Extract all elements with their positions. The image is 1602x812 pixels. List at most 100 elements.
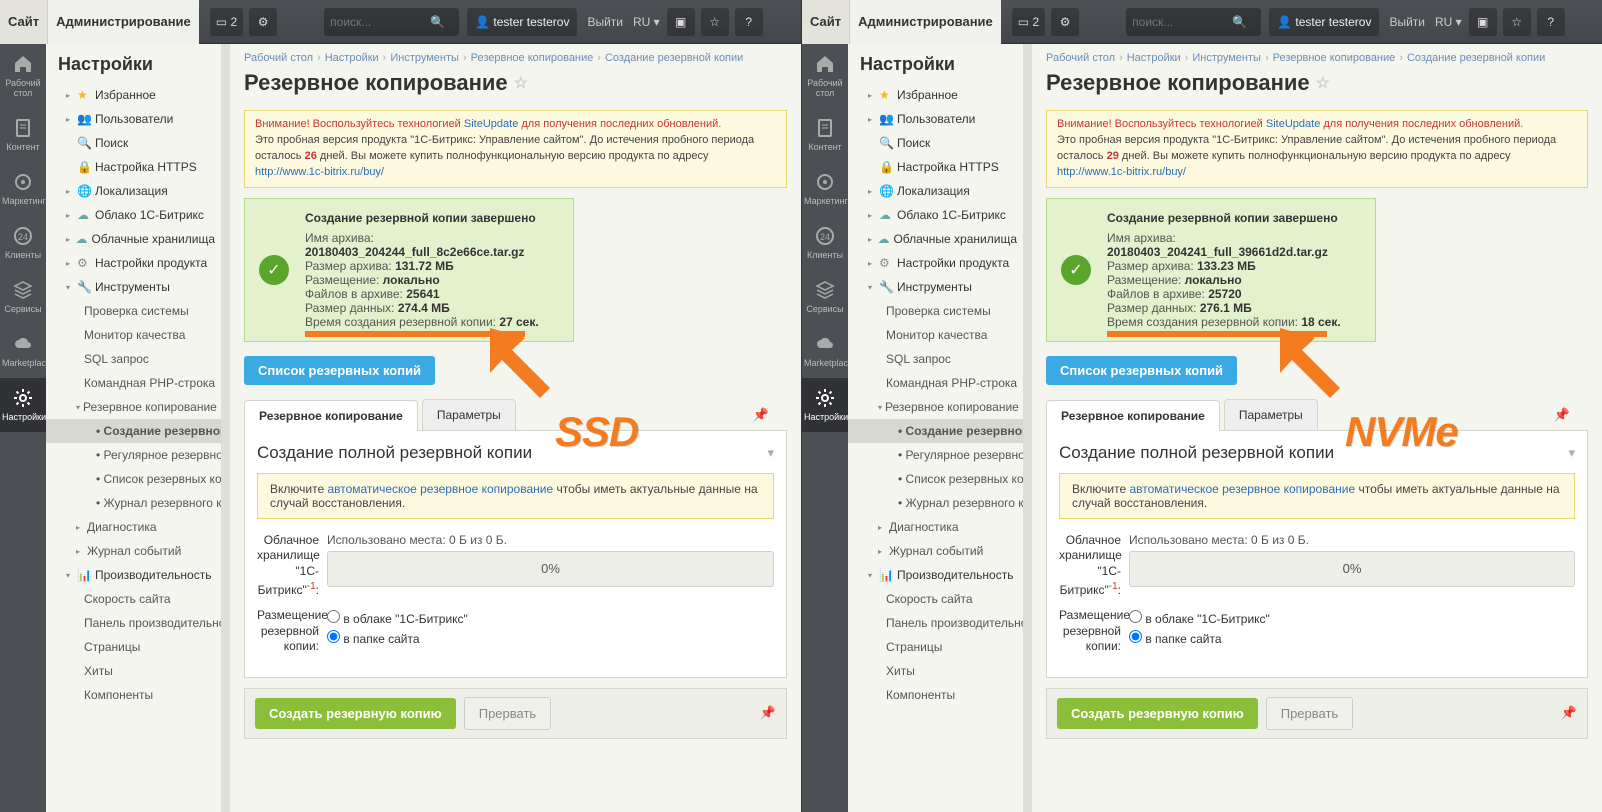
- sidebar-sub[interactable]: Проверка системы: [848, 299, 1023, 323]
- sidebar-sub-backup[interactable]: ▾ Резервное копирование: [46, 395, 221, 419]
- collapse-icon[interactable]: ▾: [767, 445, 774, 461]
- sidebar-sub[interactable]: ▸ Диагностика: [848, 515, 1023, 539]
- sidebar-sub[interactable]: SQL запрос: [848, 347, 1023, 371]
- messages-button[interactable]: ▭ 2: [1012, 8, 1045, 36]
- buy-link[interactable]: http://www.1c-bitrix.ru/buy/: [1057, 166, 1186, 178]
- sidebar-sub-perf[interactable]: Хиты: [848, 659, 1023, 683]
- auto-backup-link[interactable]: автоматическое резервное копирование: [327, 482, 553, 496]
- rail-home-icon[interactable]: Рабочий стол: [802, 44, 848, 108]
- sidebar-item[interactable]: ▸★Избранное: [848, 83, 1023, 107]
- sidebar-item[interactable]: ▸⚙Настройки продукта: [46, 251, 221, 275]
- rail-cloud-icon[interactable]: Marketplace: [0, 324, 46, 378]
- sidebar-sub-perf[interactable]: Компоненты: [848, 683, 1023, 707]
- create-backup-button[interactable]: Создать резервную копию: [255, 698, 456, 729]
- siteupdate-link[interactable]: SiteUpdate: [464, 118, 518, 130]
- rail-stack-icon[interactable]: Сервисы: [802, 270, 848, 324]
- sidebar-sub[interactable]: ▸ Журнал событий: [848, 539, 1023, 563]
- breadcrumb-link[interactable]: Настройки: [1127, 52, 1181, 64]
- sidebar-sub-backup-item[interactable]: • Регулярное резервное копирование: [848, 443, 1023, 467]
- sidebar-sub-backup-item[interactable]: • Список резервных копий: [848, 467, 1023, 491]
- tab-admin[interactable]: Администрирование: [48, 0, 199, 44]
- sidebar-sub-backup-item[interactable]: • Регулярное резервное копирование: [46, 443, 221, 467]
- window-icon[interactable]: ▣: [1469, 8, 1497, 36]
- tab-params[interactable]: Параметры: [422, 399, 516, 430]
- sidebar-sub-perf[interactable]: Страницы: [848, 635, 1023, 659]
- sidebar-item[interactable]: ▾🔧Инструменты: [848, 275, 1023, 299]
- sidebar-sub-backup[interactable]: ▾ Резервное копирование: [848, 395, 1023, 419]
- sidebar-item[interactable]: ▸⚙Настройки продукта: [848, 251, 1023, 275]
- star-icon[interactable]: ☆: [701, 8, 729, 36]
- lang-switcher[interactable]: RU ▾: [633, 15, 660, 29]
- create-backup-button[interactable]: Создать резервную копию: [1057, 698, 1258, 729]
- search-input-wrap[interactable]: 🔍: [1126, 8, 1261, 36]
- sidebar-sub-perf[interactable]: Панель производительности: [848, 611, 1023, 635]
- sidebar-item[interactable]: ▸☁Облако 1С-Битрикс: [848, 203, 1023, 227]
- logout-link[interactable]: Выйти: [587, 15, 623, 29]
- search-input[interactable]: [1132, 15, 1232, 29]
- sidebar-sub-backup-item[interactable]: • Создание резервной копии: [46, 419, 221, 443]
- tab-backup[interactable]: Резервное копирование: [244, 400, 418, 431]
- collapse-icon[interactable]: ▾: [1568, 445, 1575, 461]
- search-input-wrap[interactable]: 🔍: [324, 8, 459, 36]
- rail-document-icon[interactable]: Контент: [0, 108, 46, 162]
- tab-admin[interactable]: Администрирование: [850, 0, 1001, 44]
- logout-link[interactable]: Выйти: [1389, 15, 1425, 29]
- sidebar-sub-perf[interactable]: Панель производительности: [46, 611, 221, 635]
- rail-gear-icon[interactable]: Настройки: [802, 378, 848, 432]
- radio-folder[interactable]: [1129, 630, 1142, 643]
- sidebar-item[interactable]: ▸☁Облачные хранилища: [848, 227, 1023, 251]
- sidebar-item[interactable]: ▸👥Пользователи: [848, 107, 1023, 131]
- sidebar-sub[interactable]: Проверка системы: [46, 299, 221, 323]
- sidebar-sub-perf[interactable]: Скорость сайта: [46, 587, 221, 611]
- rail-target-icon[interactable]: Маркетинг: [0, 162, 46, 216]
- favorite-star-icon[interactable]: ☆: [1316, 73, 1330, 93]
- breadcrumb-link[interactable]: Создание резервной копии: [1407, 52, 1545, 64]
- sidebar-item[interactable]: ▸★Избранное: [46, 83, 221, 107]
- messages-button[interactable]: ▭ 2: [210, 8, 243, 36]
- sidebar-sub[interactable]: ▸ Журнал событий: [46, 539, 221, 563]
- sidebar-sub-backup-item[interactable]: • Список резервных копий: [46, 467, 221, 491]
- sidebar-item[interactable]: ▸☁Облачные хранилища: [46, 227, 221, 251]
- sidebar-item[interactable]: ▸☁Облако 1С-Битрикс: [46, 203, 221, 227]
- user-menu[interactable]: 👤 tester testerov: [1269, 8, 1379, 36]
- collapse-handle[interactable]: [222, 44, 230, 812]
- gear-icon[interactable]: ⚙: [249, 8, 277, 36]
- sidebar-sub[interactable]: Командная PHP-строка: [848, 371, 1023, 395]
- rail-home-icon[interactable]: Рабочий стол: [0, 44, 46, 108]
- breadcrumb-link[interactable]: Рабочий стол: [1046, 52, 1115, 64]
- user-menu[interactable]: 👤 tester testerov: [467, 8, 577, 36]
- sidebar-item[interactable]: ▸👥Пользователи: [46, 107, 221, 131]
- breadcrumb-link[interactable]: Резервное копирование: [471, 52, 594, 64]
- pin-icon[interactable]: 📌: [753, 407, 769, 423]
- breadcrumb-link[interactable]: Инструменты: [1192, 52, 1261, 64]
- sidebar-sub-perf[interactable]: Скорость сайта: [848, 587, 1023, 611]
- favorite-star-icon[interactable]: ☆: [514, 73, 528, 93]
- pin-icon[interactable]: 📌: [1554, 407, 1570, 423]
- rail-cloud-icon[interactable]: Marketplace: [802, 324, 848, 378]
- sidebar-item-perf[interactable]: ▾📊Производительность: [46, 563, 221, 587]
- breadcrumb-link[interactable]: Резервное копирование: [1273, 52, 1396, 64]
- rail-clock-icon[interactable]: 24Клиенты: [0, 216, 46, 270]
- rail-stack-icon[interactable]: Сервисы: [0, 270, 46, 324]
- rail-document-icon[interactable]: Контент: [802, 108, 848, 162]
- tab-backup[interactable]: Резервное копирование: [1046, 400, 1220, 431]
- sidebar-sub[interactable]: Монитор качества: [848, 323, 1023, 347]
- star-icon[interactable]: ☆: [1503, 8, 1531, 36]
- breadcrumb-link[interactable]: Создание резервной копии: [605, 52, 743, 64]
- breadcrumb-link[interactable]: Инструменты: [390, 52, 459, 64]
- sidebar-item-perf[interactable]: ▾📊Производительность: [848, 563, 1023, 587]
- rail-target-icon[interactable]: Маркетинг: [802, 162, 848, 216]
- sidebar-sub[interactable]: ▸ Диагностика: [46, 515, 221, 539]
- window-icon[interactable]: ▣: [667, 8, 695, 36]
- help-icon[interactable]: ?: [735, 8, 763, 36]
- gear-icon[interactable]: ⚙: [1051, 8, 1079, 36]
- cancel-button[interactable]: Прервать: [1266, 697, 1353, 730]
- rail-gear-icon[interactable]: Настройки: [0, 378, 46, 432]
- radio-folder[interactable]: [327, 630, 340, 643]
- pin-icon[interactable]: 📌: [760, 705, 776, 721]
- cancel-button[interactable]: Прервать: [464, 697, 551, 730]
- sidebar-sub-backup-item[interactable]: • Журнал резервного копирования: [46, 491, 221, 515]
- sidebar-sub-perf[interactable]: Страницы: [46, 635, 221, 659]
- sidebar-item[interactable]: 🔍Поиск: [46, 131, 221, 155]
- search-input[interactable]: [330, 15, 430, 29]
